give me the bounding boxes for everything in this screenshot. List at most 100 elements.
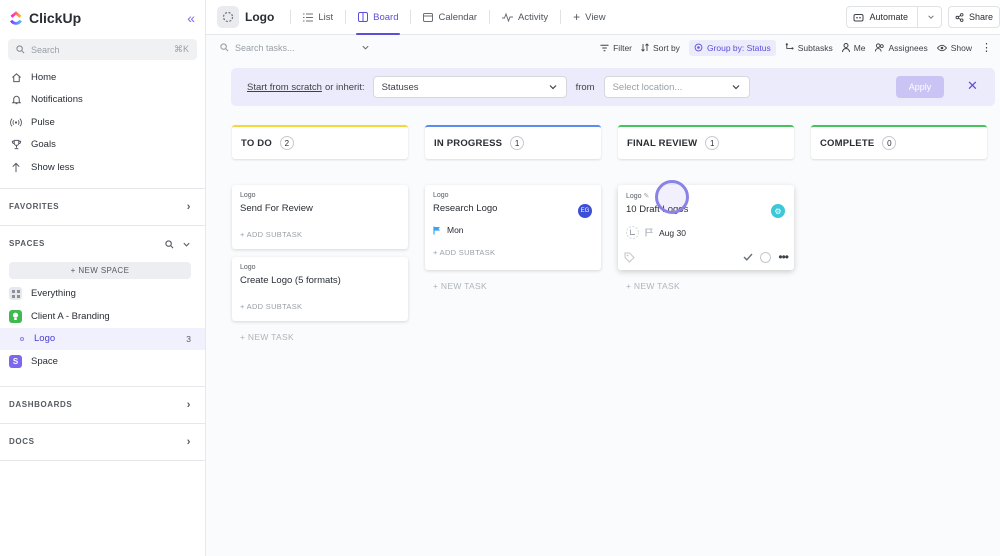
checkmark-icon[interactable] bbox=[743, 253, 753, 261]
nav-show-less-label: Show less bbox=[31, 161, 75, 173]
divider bbox=[916, 6, 918, 28]
filter-icon bbox=[600, 44, 609, 51]
task-name[interactable]: Create Logo (5 formats) bbox=[240, 275, 400, 286]
home-icon bbox=[10, 72, 22, 83]
add-subtask-button[interactable]: + ADD SUBTASK bbox=[240, 230, 400, 239]
column-in-progress-header[interactable]: IN PROGRESS 1 bbox=[425, 125, 601, 159]
chevron-down-icon[interactable] bbox=[361, 43, 370, 52]
page-title: Logo bbox=[245, 10, 275, 24]
share-icon bbox=[955, 12, 964, 22]
group-by-button[interactable]: Group by: Status bbox=[688, 39, 776, 56]
nav-notifications[interactable]: Notifications bbox=[0, 89, 205, 112]
activity-icon bbox=[502, 12, 514, 22]
template-banner: Start from scratch or inherit: Statuses … bbox=[231, 68, 995, 106]
tab-board[interactable]: Board bbox=[350, 0, 406, 35]
section-favorites[interactable]: FAVORITES › bbox=[0, 189, 205, 225]
add-subtask-button[interactable]: + ADD SUBTASK bbox=[433, 248, 593, 257]
nav-home[interactable]: Home bbox=[0, 66, 205, 89]
nav-show-less[interactable]: Show less bbox=[0, 156, 205, 179]
add-subtask-button[interactable]: + ADD SUBTASK bbox=[240, 302, 400, 311]
share-button[interactable]: Share bbox=[947, 6, 1000, 28]
section-dashboards[interactable]: DASHBOARDS › bbox=[0, 387, 205, 423]
tab-activity[interactable]: Activity bbox=[494, 0, 556, 35]
show-button[interactable]: Show bbox=[936, 43, 972, 53]
column-complete-header[interactable]: COMPLETE 0 bbox=[811, 125, 987, 159]
add-view-button[interactable]: + View bbox=[565, 0, 613, 35]
brand[interactable]: ClickUp bbox=[8, 10, 81, 26]
list-logo-label: Logo bbox=[34, 333, 56, 345]
add-view-label: View bbox=[585, 11, 606, 23]
more-options-icon[interactable]: ••• bbox=[778, 250, 789, 264]
tab-calendar[interactable]: Calendar bbox=[415, 0, 485, 35]
nav-pulse-label: Pulse bbox=[31, 116, 55, 128]
task-name[interactable]: Research Logo bbox=[433, 203, 593, 214]
divider bbox=[290, 10, 292, 24]
automate-button[interactable]: Automate bbox=[846, 6, 942, 28]
new-task-button-final-review[interactable]: + NEW TASK bbox=[626, 281, 680, 291]
lightbulb-icon bbox=[9, 309, 22, 323]
column-count: 1 bbox=[510, 136, 525, 150]
task-name[interactable]: 10 Draft Logos bbox=[626, 204, 786, 215]
chevron-down-icon[interactable] bbox=[182, 240, 191, 249]
section-docs[interactable]: DOCS › bbox=[0, 424, 205, 460]
space-everything[interactable]: Everything bbox=[0, 283, 205, 306]
chevron-right-icon[interactable]: › bbox=[187, 399, 191, 411]
list-logo[interactable]: Logo 3 bbox=[0, 327, 205, 350]
column-final-review-header[interactable]: FINAL REVIEW 1 bbox=[618, 125, 794, 159]
start-from-scratch-link[interactable]: Start from scratch bbox=[247, 82, 322, 93]
favorites-label: FAVORITES bbox=[9, 202, 60, 211]
column-todo-header[interactable]: TO DO 2 bbox=[232, 125, 408, 159]
me-button[interactable]: Me bbox=[841, 43, 866, 53]
flag-icon[interactable] bbox=[433, 226, 441, 235]
sidebar-search[interactable]: Search ⌘K bbox=[8, 39, 197, 60]
nav-pulse[interactable]: Pulse bbox=[0, 111, 205, 134]
task-card-create-logo[interactable]: Logo Create Logo (5 formats) + ADD SUBTA… bbox=[232, 257, 408, 321]
new-task-button-todo[interactable]: + NEW TASK bbox=[240, 332, 294, 342]
space-everything-label: Everything bbox=[31, 288, 76, 300]
due-date[interactable]: Mon bbox=[447, 225, 464, 235]
space-avatar: S bbox=[9, 354, 22, 368]
nav-goals[interactable]: Goals bbox=[0, 134, 205, 157]
new-task-button-in-progress[interactable]: + NEW TASK bbox=[433, 281, 487, 291]
tab-list[interactable]: List bbox=[295, 0, 341, 35]
task-search-placeholder: Search tasks... bbox=[235, 42, 295, 53]
dashboards-label: DASHBOARDS bbox=[9, 400, 73, 409]
apply-button[interactable]: Apply bbox=[896, 76, 944, 98]
due-date[interactable]: Aug 30 bbox=[659, 228, 686, 238]
column-name: FINAL REVIEW bbox=[627, 137, 698, 149]
more-options-icon[interactable]: ⋮ bbox=[981, 41, 992, 54]
divider bbox=[560, 10, 562, 24]
status-circle-icon[interactable] bbox=[760, 251, 772, 263]
pulse-icon bbox=[10, 117, 22, 128]
section-spaces[interactable]: SPACES bbox=[0, 226, 205, 262]
collapse-sidebar-icon[interactable]: « bbox=[187, 10, 195, 26]
location-select[interactable]: Select location... bbox=[603, 76, 750, 98]
statuses-select[interactable]: Statuses bbox=[372, 76, 567, 98]
task-card-research-logo[interactable]: Logo Research Logo EG Mon + ADD SUBTASK bbox=[425, 185, 601, 270]
task-name[interactable]: Send For Review bbox=[240, 203, 400, 214]
subtasks-button[interactable]: Subtasks bbox=[785, 43, 833, 53]
edit-icon[interactable]: ✎ bbox=[644, 193, 650, 200]
chevron-right-icon[interactable]: › bbox=[187, 436, 191, 448]
task-search-input[interactable]: Search tasks... bbox=[220, 43, 370, 53]
task-card-10-draft-logos[interactable]: Logo ✎ 10 Draft Logos ⚙ Aug 30 ••• bbox=[618, 185, 794, 270]
tab-activity-label: Activity bbox=[518, 11, 549, 23]
assignee-avatar[interactable]: EG bbox=[578, 204, 592, 218]
search-icon[interactable] bbox=[165, 240, 174, 249]
assignee-avatar[interactable]: ⚙ bbox=[771, 204, 785, 218]
space-space[interactable]: S Space bbox=[0, 350, 205, 373]
column-count: 1 bbox=[705, 136, 720, 150]
subtask-icon[interactable] bbox=[626, 226, 639, 239]
chevron-right-icon[interactable]: › bbox=[187, 201, 191, 213]
flag-icon[interactable] bbox=[645, 228, 653, 237]
task-card-send-for-review[interactable]: Logo Send For Review + ADD SUBTASK bbox=[232, 185, 408, 249]
filter-button[interactable]: Filter bbox=[600, 43, 632, 53]
close-icon[interactable]: ✕ bbox=[967, 78, 978, 94]
tag-icon[interactable] bbox=[624, 252, 635, 263]
new-space-button[interactable]: + NEW SPACE bbox=[9, 261, 191, 279]
chevron-down-icon[interactable] bbox=[927, 13, 935, 21]
space-client-a-branding[interactable]: Client A - Branding bbox=[0, 305, 205, 328]
assignees-button[interactable]: Assignees bbox=[874, 43, 928, 53]
list-status-icon[interactable] bbox=[217, 6, 239, 28]
sort-button[interactable]: Sort by bbox=[641, 43, 680, 53]
